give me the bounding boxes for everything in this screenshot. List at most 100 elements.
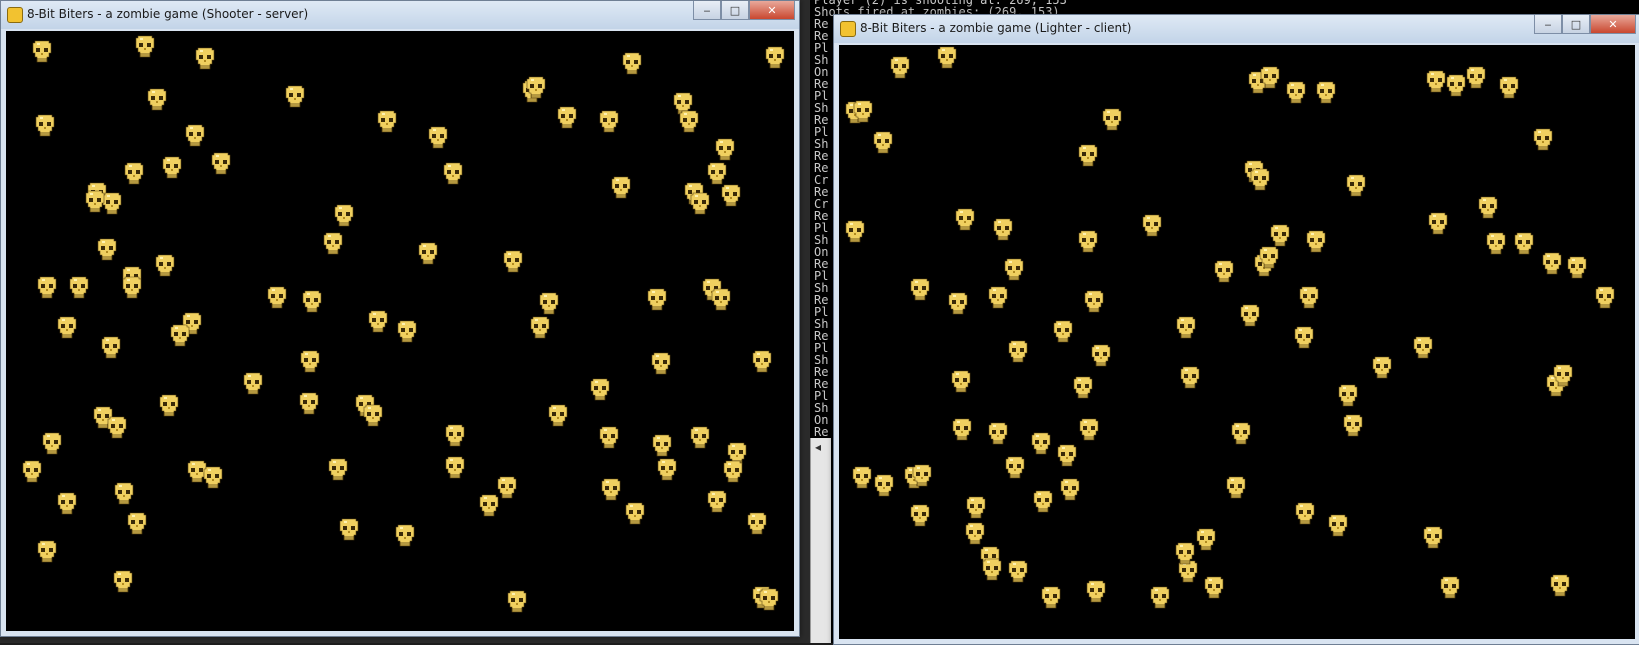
zombie-skull-sprite (147, 88, 167, 111)
zombie-skull-sprite (211, 152, 231, 175)
zombie-skull-sprite (1533, 128, 1553, 151)
zombie-skull-sprite (1060, 478, 1080, 501)
zombie-skull-sprite (69, 276, 89, 299)
zombie-skull-sprite (85, 190, 105, 213)
zombie-skull-sprite (445, 456, 465, 479)
client-window-title: 8-Bit Biters - a zombie game (Lighter - … (860, 21, 1132, 35)
zombie-skull-sprite (910, 504, 930, 527)
zombie-skull-sprite (690, 426, 710, 449)
server-game-window[interactable]: 8-Bit Biters - a zombie game (Shooter - … (0, 0, 800, 637)
zombie-skull-sprite (1372, 356, 1392, 379)
zombie-skull-sprite (1426, 70, 1446, 93)
zombie-skull-sprite (1478, 196, 1498, 219)
zombie-skull-sprite (1486, 232, 1506, 255)
zombie-skull-sprite (752, 350, 772, 373)
zombie-skull-sprite (1102, 108, 1122, 131)
client-game-window[interactable]: 8-Bit Biters - a zombie game (Lighter - … (833, 14, 1639, 645)
zombie-skull-sprite (1078, 144, 1098, 167)
zombie-skull-sprite (122, 276, 142, 299)
zombie-skull-sprite (707, 490, 727, 513)
zombie-skull-sprite (285, 85, 305, 108)
zombie-skull-sprite (1176, 316, 1196, 339)
zombie-skull-sprite (1338, 384, 1358, 407)
client-game-canvas[interactable] (839, 45, 1635, 639)
zombie-skull-sprite (113, 570, 133, 593)
zombie-skull-sprite (1499, 76, 1519, 99)
zombie-skull-sprite (195, 47, 215, 70)
zombie-skull-sprite (1423, 526, 1443, 549)
desktop: Player (2) is shooting at: 269, 153 Shots… (0, 0, 1639, 645)
zombie-skull-sprite (395, 524, 415, 547)
zombie-skull-sprite (912, 464, 932, 487)
zombie-skull-sprite (300, 350, 320, 373)
zombie-skull-sprite (1514, 232, 1534, 255)
zombie-skull-sprite (1226, 476, 1246, 499)
zombie-skull-sprite (267, 286, 287, 309)
zombie-skull-sprite (530, 316, 550, 339)
zombie-skull-sprite (1086, 580, 1106, 603)
zombie-skull-sprite (1328, 514, 1348, 537)
zombie-skull-sprite (114, 482, 134, 505)
zombie-skull-sprite (1196, 528, 1216, 551)
maximize-button[interactable]: □ (721, 1, 749, 20)
zombie-skull-sprite (852, 466, 872, 489)
zombie-skull-sprite (890, 56, 910, 79)
client-titlebar[interactable]: 8-Bit Biters - a zombie game (Lighter - … (834, 15, 1639, 43)
zombie-skull-sprite (715, 138, 735, 161)
zombie-skull-sprite (647, 288, 667, 311)
zombie-skull-sprite (185, 124, 205, 147)
close-button[interactable]: ✕ (749, 1, 795, 20)
zombie-skull-sprite (1316, 81, 1336, 104)
zombie-skull-sprite (37, 540, 57, 563)
zombie-skull-sprite (1004, 258, 1024, 281)
close-button[interactable]: ✕ (1590, 15, 1636, 34)
zombie-skull-sprite (1053, 320, 1073, 343)
zombie-skull-sprite (1084, 290, 1104, 313)
zombie-skull-sprite (1078, 230, 1098, 253)
console-scrollbar[interactable]: ◂ (810, 438, 831, 643)
server-titlebar[interactable]: 8-Bit Biters - a zombie game (Shooter - … (1, 1, 799, 29)
zombie-skull-sprite (952, 418, 972, 441)
zombie-skull-sprite (1542, 252, 1562, 275)
zombie-skull-sprite (57, 316, 77, 339)
zombie-skull-sprite (35, 114, 55, 137)
zombie-skull-sprite (539, 292, 559, 315)
zombie-skull-sprite (363, 404, 383, 427)
zombie-skull-sprite (1008, 340, 1028, 363)
zombie-skull-sprite (299, 392, 319, 415)
scroll-left-arrow-icon[interactable]: ◂ (815, 440, 821, 454)
zombie-skull-sprite (966, 496, 986, 519)
zombie-skull-sprite (1091, 344, 1111, 367)
zombie-skull-sprite (1079, 418, 1099, 441)
zombie-skull-sprite (721, 184, 741, 207)
zombie-skull-sprite (711, 288, 731, 311)
zombie-skull-sprite (1595, 286, 1615, 309)
zombie-skull-sprite (1446, 74, 1466, 97)
zombie-skull-sprite (428, 126, 448, 149)
zombie-skull-sprite (203, 466, 223, 489)
zombie-skull-sprite (503, 250, 523, 273)
zombie-skull-sprite (988, 422, 1008, 445)
zombie-skull-sprite (982, 558, 1002, 581)
zombie-skull-sprite (652, 434, 672, 457)
zombie-skull-sprite (1041, 586, 1061, 609)
zombie-skull-sprite (690, 192, 710, 215)
zombie-skull-sprite (57, 492, 77, 515)
zombie-skull-sprite (1567, 256, 1587, 279)
zombie-skull-sprite (1440, 576, 1460, 599)
server-game-canvas[interactable] (6, 31, 794, 631)
maximize-button[interactable]: □ (1562, 15, 1590, 34)
zombie-skull-sprite (1231, 422, 1251, 445)
minimize-button[interactable]: ‒ (1534, 15, 1562, 34)
zombie-skull-sprite (507, 590, 527, 613)
zombie-skull-sprite (445, 424, 465, 447)
zombie-skull-sprite (1346, 174, 1366, 197)
zombie-skull-sprite (127, 512, 147, 535)
zombie-skull-sprite (135, 35, 155, 58)
zombie-skull-sprite (368, 310, 388, 333)
zombie-skull-sprite (1180, 366, 1200, 389)
zombie-skull-sprite (679, 110, 699, 133)
minimize-button[interactable]: ‒ (693, 1, 721, 20)
zombie-skull-sprite (1008, 560, 1028, 583)
zombie-skull-sprite (723, 460, 743, 483)
